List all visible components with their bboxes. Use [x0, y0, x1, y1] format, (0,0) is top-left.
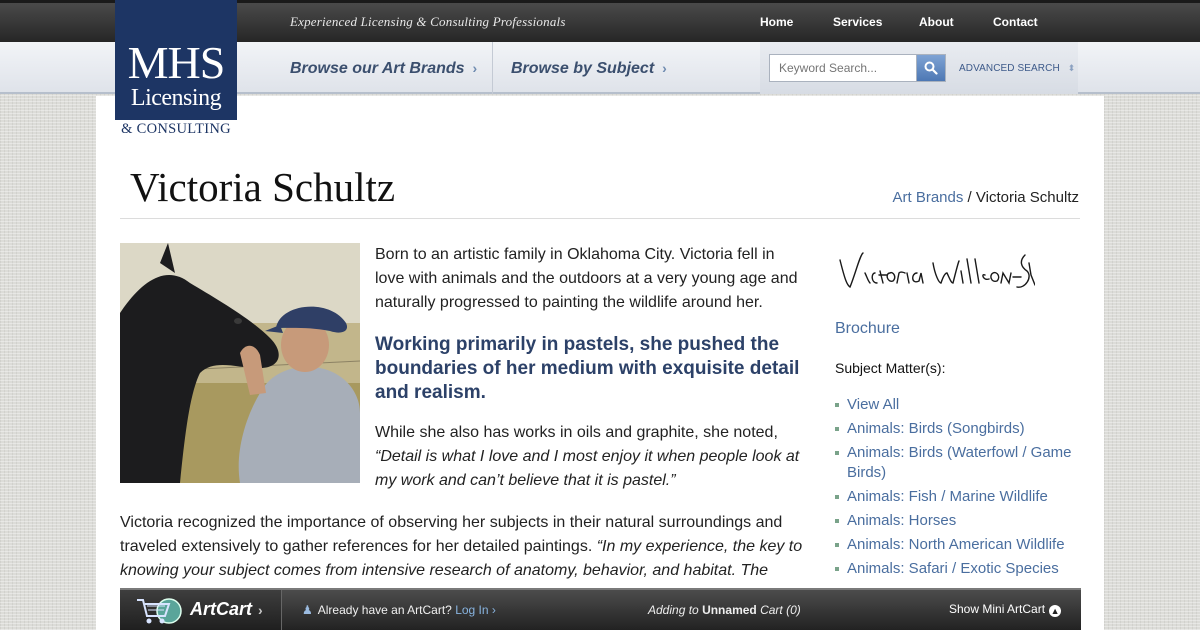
subject-link-safari[interactable]: Animals: Safari / Exotic Species [847, 560, 1059, 577]
breadcrumb-current: Victoria Schultz [975, 189, 1079, 206]
artcart-bar: ArtCart › ♟ Already have an ArtCart? Log I… [120, 588, 1081, 630]
artcart-title-text: ArtCart [190, 599, 253, 619]
bio-paragraph-3: Victoria recognized the importance of ob… [120, 511, 810, 583]
login-prompt-text: Already have an ArtCart? [317, 603, 452, 617]
list-item: Animals: Fish / Marine Wildlife [835, 487, 1075, 507]
chevron-up-icon: ▲ [1049, 605, 1062, 617]
nav-about[interactable]: About [919, 15, 954, 29]
advanced-search-label: ADVANCED SEARCH [959, 63, 1060, 74]
subnav-divider [492, 42, 493, 94]
nav-services[interactable]: Services [833, 15, 882, 29]
subject-link-horses[interactable]: Animals: Horses [847, 512, 956, 529]
brochure-link[interactable]: Brochure [835, 320, 900, 338]
browse-by-subject-menu[interactable]: Browse by Subject › [511, 42, 667, 94]
list-item: Animals: Safari / Exotic Species [835, 559, 1075, 579]
mhs-logo[interactable]: MHS Licensing [115, 0, 237, 120]
artist-photo [120, 243, 360, 483]
subject-matter-heading: Subject Matter(s): [835, 360, 946, 376]
logo-mhs: MHS [127, 37, 226, 88]
artist-signature [835, 245, 1036, 310]
artcart-toggle[interactable]: ArtCart › [120, 590, 282, 630]
breadcrumb-art-brands[interactable]: Art Brands [893, 189, 964, 206]
chevron-right-icon: › [662, 60, 667, 76]
search-button[interactable] [916, 54, 946, 82]
subject-link-waterfowl[interactable]: Animals: Birds (Waterfowl / Game Birds) [847, 444, 1072, 481]
search-area: ADVANCED SEARCH ⬍ [760, 42, 1078, 94]
page-title: Victoria Schultz [130, 164, 396, 210]
chevron-right-icon: › [472, 60, 478, 76]
chevron-right-icon: › [258, 602, 263, 618]
show-mini-artcart-button[interactable]: Show Mini ArtCart ▲ [949, 602, 1062, 617]
cart-count: Cart (0) [760, 603, 801, 617]
nav-contact[interactable]: Contact [993, 15, 1038, 29]
browse-art-brands-label: Browse our Art Brands [290, 60, 465, 77]
advanced-search-link[interactable]: ADVANCED SEARCH ⬍ [959, 63, 1075, 74]
browse-by-subject-label: Browse by Subject [511, 60, 655, 77]
subject-link-north-american[interactable]: Animals: North American Wildlife [847, 536, 1065, 553]
para2-quote: “Detail is what I love and I most enjoy … [375, 448, 800, 489]
cart-name: Unnamed [702, 603, 757, 617]
tagline: Experienced Licensing & Consulting Profe… [290, 14, 566, 29]
keyword-search-input[interactable] [769, 54, 919, 82]
list-item: Animals: Birds (Waterfowl / Game Birds) [835, 443, 1075, 483]
show-mini-artcart-label: Show Mini ArtCart [949, 602, 1046, 616]
artcart-status: Adding to Unnamed Cart (0) [648, 603, 801, 617]
subject-link-fish-marine[interactable]: Animals: Fish / Marine Wildlife [847, 488, 1048, 505]
list-item: Animals: Birds (Songbirds) [835, 419, 1075, 439]
up-down-arrows-icon: ⬍ [1067, 63, 1076, 73]
list-item: Animals: Horses [835, 511, 1075, 531]
browse-art-brands-menu[interactable]: Browse our Art Brands › [290, 42, 477, 94]
subject-link-view-all[interactable]: View All [847, 396, 899, 413]
adding-prefix: Adding to [648, 603, 699, 617]
logo-licensing: Licensing [130, 85, 222, 111]
list-item: Animals: North American Wildlife [835, 535, 1075, 555]
artcart-title: ArtCart › [190, 599, 263, 620]
nav-home[interactable]: Home [760, 15, 793, 29]
search-icon [924, 61, 938, 75]
list-item: View All [835, 395, 1075, 415]
pull-quote: Working primarily in pastels, she pushed… [375, 334, 800, 403]
para2-text: While she also has works in oils and gra… [375, 424, 778, 441]
signature-image [839, 252, 1036, 289]
bio-paragraph-1: Born to an artistic family in Oklahoma C… [375, 246, 798, 311]
bio-paragraph-2: While she also has works in oils and gra… [375, 421, 805, 493]
user-icon: ♟ [302, 603, 313, 617]
artist-with-horse-image [120, 243, 360, 483]
artcart-login-prompt: ♟ Already have an ArtCart? Log In › [302, 603, 496, 617]
breadcrumb-separator: / [963, 189, 976, 206]
artcart-login-link[interactable]: Log In › [455, 603, 496, 617]
logo-consulting: & CONSULTING [121, 121, 231, 137]
shopping-cart-icon [137, 598, 182, 624]
breadcrumb: Art Brands / Victoria Schultz [893, 189, 1080, 206]
subject-list: View All Animals: Birds (Songbirds) Anim… [835, 395, 1075, 583]
subject-link-songbirds[interactable]: Animals: Birds (Songbirds) [847, 420, 1025, 437]
login-link-text: Log In [455, 603, 489, 617]
title-divider [120, 218, 1080, 219]
